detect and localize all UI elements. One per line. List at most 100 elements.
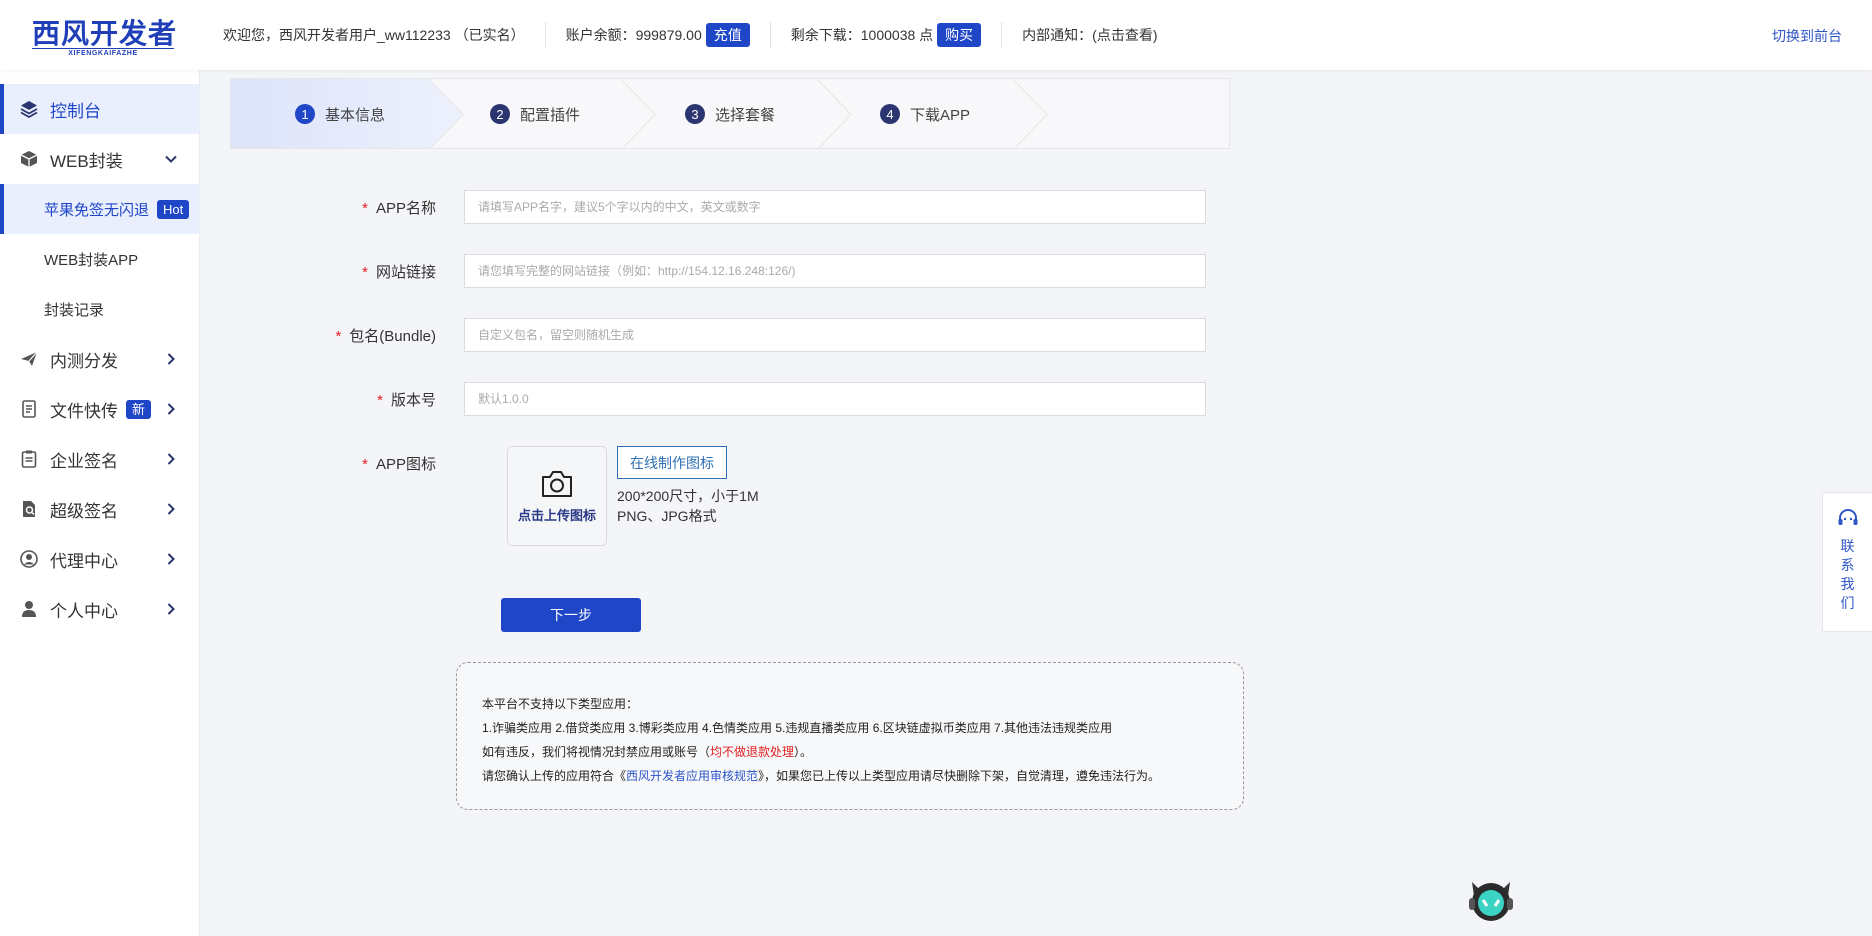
sidebar-item-file-transfer[interactable]: 文件快传 新 [0,384,199,434]
sidebar-item-label: 文件快传 [50,401,118,421]
step-download-app[interactable]: 4 下载APP [880,103,970,125]
step-label: 下载APP [910,106,971,124]
version-label: * 版本号 [377,391,436,409]
sidebar-item-label: 苹果免签无闪退 [44,201,150,219]
sidebar-item-label: 内测分发 [50,351,118,371]
review-policy-link[interactable]: 西风开发者应用审核规范 [626,769,758,783]
contact-us-label: 联系我们 [1840,538,1855,611]
box-icon [18,148,40,170]
sidebar-item-super-sign[interactable]: 超级签名 [0,484,199,534]
mascot-icon[interactable] [1466,872,1516,924]
notice-line: 如有违反，我们将视情况封禁应用或账号（均不做退款处理）。 [482,745,813,759]
notice-line: 1.诈骗类应用 2.借贷类应用 3.博彩类应用 4.色情类应用 5.违规直播类应… [482,721,1113,735]
logo-text: 西风开发者 [32,17,178,50]
logo-subtext: XIFENGKAIFAZHE [32,48,174,57]
upload-size-hint: 200*200尺寸，小于1M [617,488,759,504]
balance-group: 账户余额：999879.00 充值 [566,0,750,70]
notice-line: 请您确认上传的应用符合《西风开发者应用审核规范》，如果您已上传以上类型应用请尽快… [482,769,1161,783]
header-divider [1001,22,1003,48]
chevron-down-icon [165,155,177,163]
step-label: 选择套餐 [715,106,776,124]
sidebar-item-web-app[interactable]: WEB封装APP [0,234,199,284]
bundle-label: * 包名(Bundle) [335,327,436,345]
app-icon-label: * APP图标 [362,455,436,473]
recharge-button[interactable]: 充值 [705,23,750,47]
online-icon-maker-button[interactable]: 在线制作图标 [617,446,727,479]
balance-label: 账户余额：999879.00 [565,27,702,43]
step-number: 2 [490,104,510,124]
step-label: 基本信息 [325,106,386,124]
chevron-right-icon [167,353,175,365]
sidebar-item-beta-distribution[interactable]: 内测分发 [0,334,199,384]
upload-hint: 200*200尺寸，小于1M PNG、JPG格式 [617,486,759,526]
layers-icon [18,98,40,120]
downloads-label: 剩余下载：1000038 点 [790,27,934,43]
top-header: 西风开发者 XIFENGKAIFAZHE 欢迎您，西风开发者用户_ww11223… [0,0,1872,70]
sidebar-item-label: 代理中心 [50,551,118,571]
sidebar-item-apple-nosign[interactable]: 苹果免签无闪退 Hot [0,184,199,234]
version-row: * 版本号 [300,382,1206,416]
upload-icon-label: 点击上传图标 [517,507,596,523]
buy-button[interactable]: 购买 [937,23,982,47]
sidebar-item-label: 控制台 [50,101,101,121]
website-input[interactable] [464,254,1206,288]
website-label: * 网站链接 [362,263,436,281]
chevron-right-icon [167,503,175,515]
progress-steps: 1 基本信息 2 配置插件 3 选择套餐 4 下载APP [230,78,1230,149]
sidebar-item-enterprise-sign[interactable]: 企业签名 [0,434,199,484]
headset-icon [1838,509,1857,525]
chevron-right-icon [167,603,175,615]
welcome-text: 欢迎您，西风开发者用户_ww112233 （已实名） [223,27,525,43]
icon-row: * APP图标 [300,446,464,480]
header-divider [544,22,546,48]
sidebar-item-web-wrap[interactable]: WEB封装 [0,134,199,184]
contact-us-float[interactable]: 联系我们 [1822,492,1872,632]
chevron-right-icon [167,553,175,565]
icon-upload-box[interactable]: 点击上传图标 [507,446,607,546]
sidebar-item-label: WEB封装 [50,151,123,171]
chevron-right-icon [167,403,175,415]
user-circle-icon [18,548,40,570]
no-refund-text: 均不做退款处理 [710,745,795,759]
internal-notice-link[interactable]: 内部通知：(点击查看) [1022,0,1157,70]
sidebar-item-label: WEB封装APP [44,251,139,269]
sidebar-item-agent-center[interactable]: 代理中心 [0,534,199,584]
person-icon [18,598,40,620]
switch-front-link[interactable]: 切换到前台 [1772,26,1842,46]
next-step-button[interactable]: 下一步 [501,598,641,632]
step-label: 配置插件 [520,106,581,124]
website-row: * 网站链接 [300,254,1206,288]
file-transfer-icon [18,398,40,420]
app-name-label: * APP名称 [362,199,436,217]
hot-badge: Hot [157,199,190,219]
sidebar-item-label: 封装记录 [44,301,105,319]
sidebar-item-personal-center[interactable]: 个人中心 [0,584,199,634]
clipboard-icon [18,448,40,470]
version-input[interactable] [464,382,1206,416]
policy-notice: 本平台不支持以下类型应用： 1.诈骗类应用 2.借贷类应用 3.博彩类应用 4.… [456,662,1244,810]
sidebar-item-wrap-records[interactable]: 封装记录 [0,284,199,334]
step-select-package[interactable]: 3 选择套餐 [685,103,775,125]
sidebar-item-label: 个人中心 [50,601,118,621]
sidebar-item-console[interactable]: 控制台 [0,84,199,134]
new-badge: 新 [126,399,152,419]
chevron-right-icon [167,453,175,465]
upload-format-hint: PNG、JPG格式 [617,508,717,524]
paper-plane-icon [18,348,40,370]
downloads-group: 剩余下载：1000038 点 购买 [790,0,982,70]
step-configure-plugins[interactable]: 2 配置插件 [490,103,580,125]
sidebar-item-label: 企业签名 [50,451,118,471]
header-divider [769,22,771,48]
app-name-input[interactable] [464,190,1206,224]
step-number: 3 [685,104,705,124]
bundle-row: * 包名(Bundle) [300,318,1206,352]
app-name-row: * APP名称 [300,190,1206,224]
step-number: 4 [880,104,900,124]
sidebar: 控制台 WEB封装 苹果免签无闪退 Hot WEB封装APP 封装记录 内测分发… [0,70,200,936]
camera-icon [542,470,572,497]
bundle-input[interactable] [464,318,1206,352]
notice-line: 本平台不支持以下类型应用： [482,697,639,711]
sidebar-item-label: 超级签名 [50,501,118,521]
brand-logo[interactable]: 西风开发者 XIFENGKAIFAZHE [0,0,200,70]
step-basic-info[interactable]: 1 基本信息 [295,103,385,125]
